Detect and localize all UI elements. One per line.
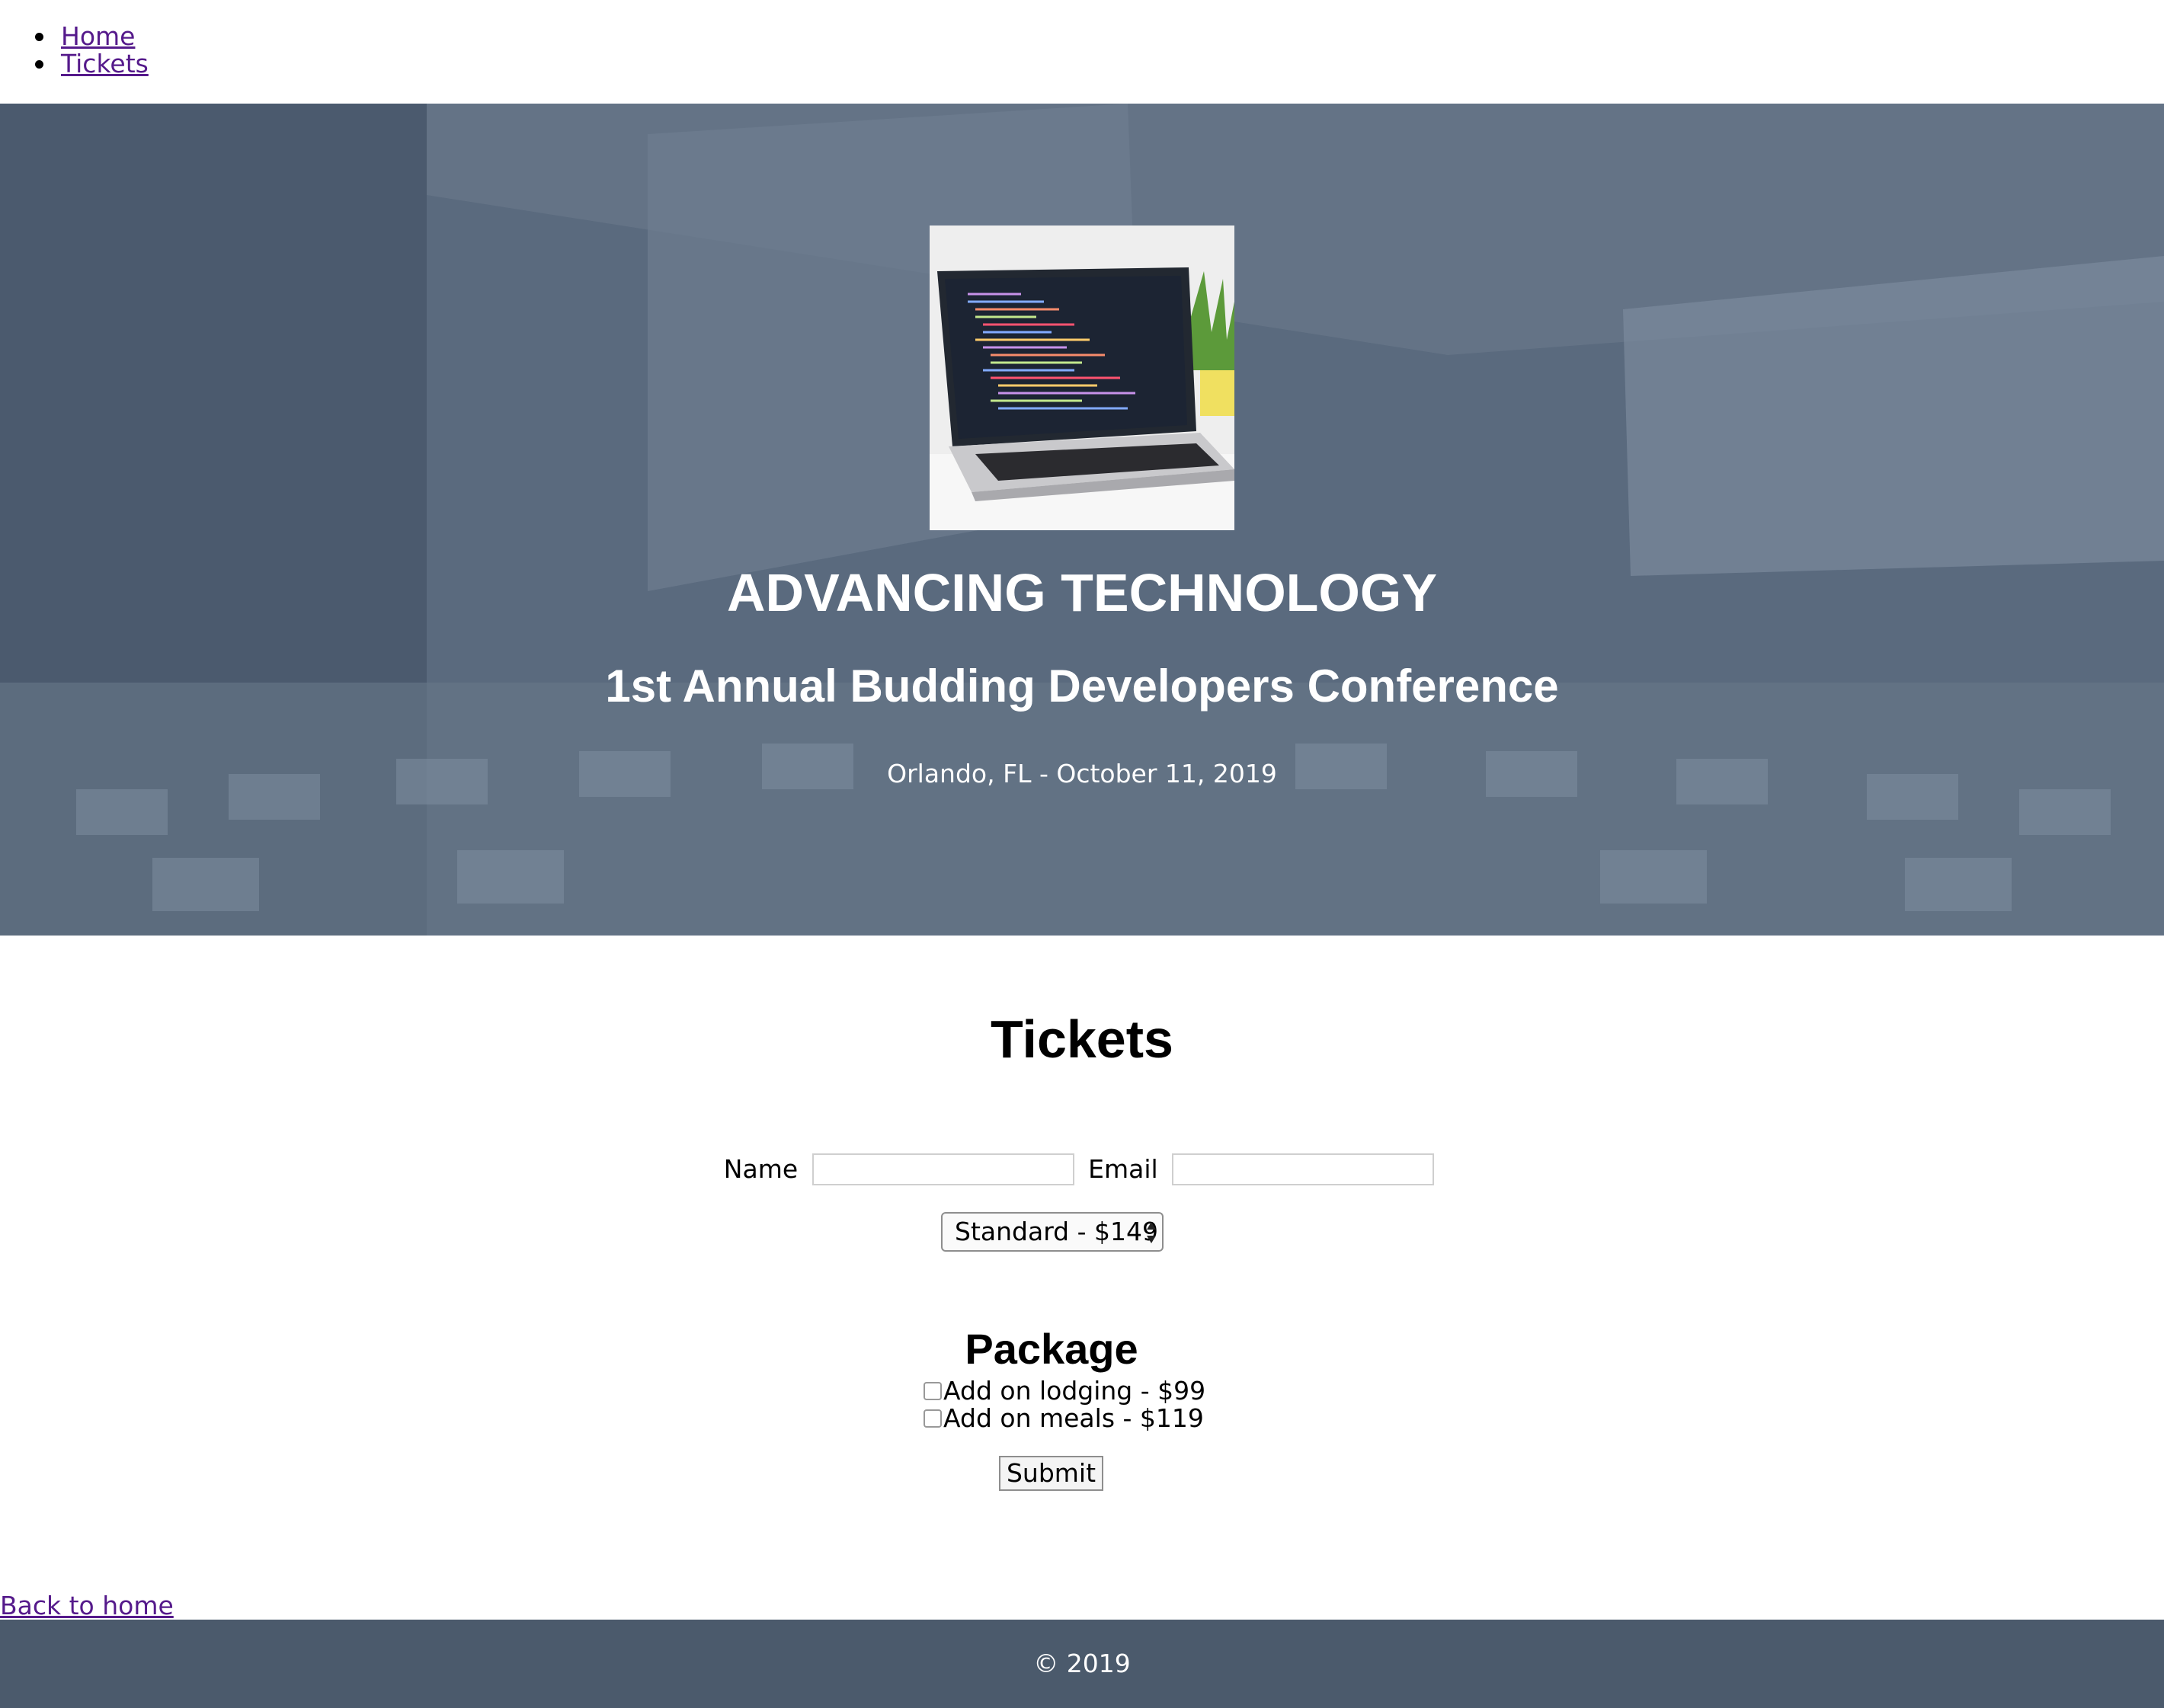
nav-item-home: Home [35,23,149,50]
ticket-type-select[interactable]: Standard - $149 [941,1212,1164,1252]
email-field[interactable] [1172,1153,1435,1185]
hero-content: ADVANCING TECHNOLOGY 1st Annual Budding … [0,104,2164,936]
hero-banner: ADVANCING TECHNOLOGY 1st Annual Budding … [0,104,2164,936]
page-title: Tickets [991,1009,1173,1069]
name-label: Name [723,1153,799,1184]
nav-list: Home Tickets [35,23,149,78]
name-field[interactable] [812,1153,1074,1185]
submit-button[interactable]: Submit [999,1456,1103,1491]
hero-title: ADVANCING TECHNOLOGY [726,563,1438,622]
ticket-type-value: Standard - $149 [955,1217,1158,1246]
event-location-date: Orlando, FL - October 11, 2019 [887,759,1277,788]
laptop-image [930,225,1234,530]
meals-checkbox[interactable] [924,1409,942,1428]
nav-link-tickets[interactable]: Tickets [61,49,149,78]
addon-meals: Add on meals - $119 [924,1405,1304,1432]
contact-row: Name Email [0,1149,2164,1187]
back-to-home-link[interactable]: Back to home [0,1591,174,1621]
package-heading: Package [965,1325,1138,1374]
copyright-text: © 2019 [1033,1649,1131,1678]
bullet-icon [35,60,43,69]
lodging-checkbox[interactable] [924,1381,942,1400]
top-nav: Home Tickets [0,0,2164,104]
footer: © 2019 [0,1620,2164,1708]
bullet-icon [35,33,43,41]
nav-link-home[interactable]: Home [61,21,135,51]
addon-lodging: Add on lodging - $99 [924,1377,1304,1405]
hero-subtitle: 1st Annual Budding Developers Conference [605,660,1559,712]
email-label: Email [1088,1153,1158,1184]
addon-list: Add on lodging - $99 Add on meals - $119 [924,1377,1304,1432]
lodging-label: Add on lodging - $99 [943,1376,1206,1406]
meals-label: Add on meals - $119 [943,1403,1204,1433]
nav-item-tickets: Tickets [35,50,149,78]
select-arrows-icon [1147,1222,1156,1243]
page: Home Tickets ADVANCING TECHNOLOGY 1st An… [0,0,2164,1708]
